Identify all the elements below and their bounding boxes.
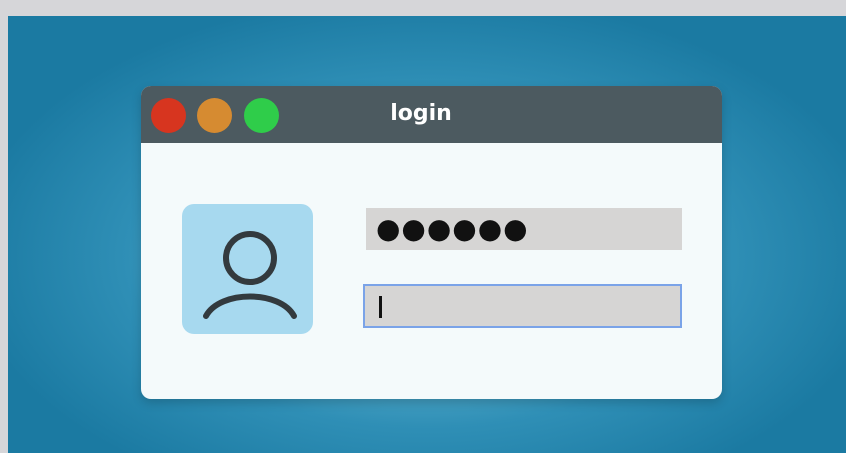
window-title: login xyxy=(390,101,452,126)
close-button[interactable] xyxy=(151,98,186,133)
window-titlebar: login xyxy=(141,86,722,143)
password-field[interactable]: ●●●●●● xyxy=(366,208,682,250)
password-dots: ●●●●●● xyxy=(376,212,529,245)
avatar xyxy=(182,204,313,334)
user-icon xyxy=(203,231,297,319)
screen-frame-left xyxy=(0,0,8,453)
login-window: login ●●●●●● xyxy=(141,86,722,399)
username-field[interactable] xyxy=(363,284,682,328)
text-cursor xyxy=(379,296,382,318)
minimize-button[interactable] xyxy=(197,98,232,133)
screen-frame-top xyxy=(0,0,846,16)
maximize-button[interactable] xyxy=(244,98,279,133)
